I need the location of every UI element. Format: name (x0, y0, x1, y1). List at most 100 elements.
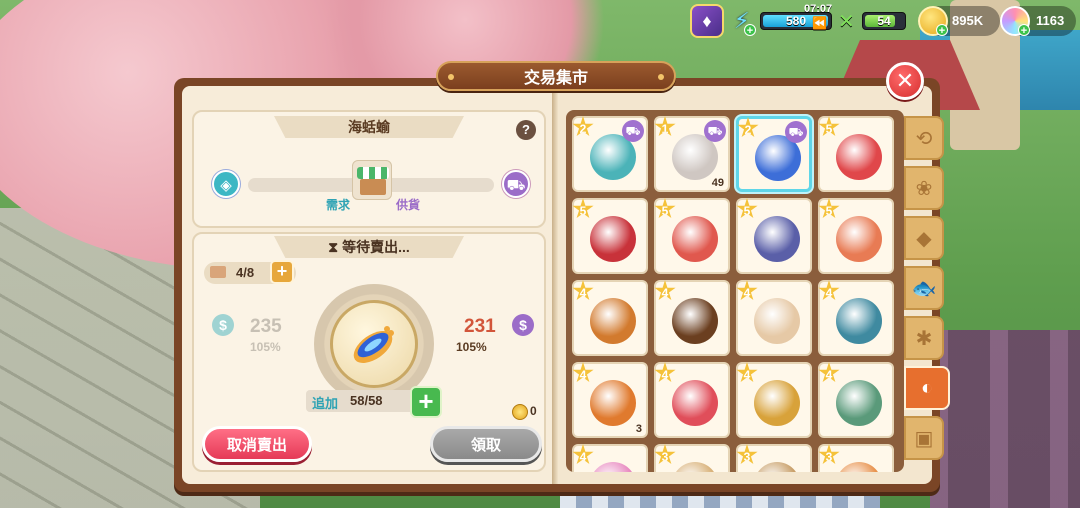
tab-plant[interactable]: ❀ (904, 166, 944, 210)
grid-item[interactable]: 4 (818, 362, 894, 438)
lobster-icon (590, 216, 636, 262)
grid-item[interactable]: 4 (736, 362, 812, 438)
grid-item[interactable]: 2 ⛟ (736, 116, 812, 192)
rank-star: 1 (654, 116, 676, 137)
seashell-icon: ◐ (920, 376, 934, 399)
spiny-lobster-icon (836, 298, 882, 344)
rank-star: 3 (654, 444, 676, 465)
claim-button[interactable]: 領取 (430, 426, 542, 462)
sale-card: ⧗ 等待賣出... 4/8 + $ 235 105% $ 231 105% 追加… (192, 232, 546, 472)
supply-label: 供貨 (396, 198, 421, 212)
conch-icon (836, 380, 882, 426)
demand-label: 需求 (326, 198, 351, 212)
bug-icon: ✱ (915, 327, 933, 350)
grid-item[interactable]: 4 (654, 280, 730, 356)
rank-star: 4 (736, 280, 758, 301)
item-grid[interactable]: 2 ⛟ 1 ⛟ 49 2 ⛟ 5 5 5 5 5 4 4 4 4 4 3 4 4 4 4 3 3 3 (566, 110, 904, 472)
grid-item[interactable]: 4 (818, 280, 894, 356)
add-gems-button[interactable]: + (1018, 24, 1030, 37)
earned-coins: 0 (530, 404, 537, 418)
rank-star: 5 (654, 198, 676, 219)
grid-item[interactable]: 1 ⛟ 49 (654, 116, 730, 192)
rewind-icon: ⏪ (812, 16, 827, 30)
coin-counter[interactable]: + 895K (918, 6, 1000, 37)
cart-icon: ⛟ (622, 120, 644, 142)
rank-star: 5 (818, 198, 840, 219)
card-deck-button[interactable]: ♦ (690, 4, 726, 40)
gem-counter[interactable]: + 1163 (1000, 6, 1076, 37)
category-tabs: ⟲ ❀ ◆ 🐟 ✱ ◐ ▣ (904, 116, 950, 466)
card-deck-icon: ♦ (690, 4, 724, 38)
energy-timer: 07:07 (804, 3, 833, 15)
grid-item[interactable]: 3 (736, 444, 812, 472)
hourglass-icon: ⧗ (328, 238, 339, 255)
add-quantity-button[interactable]: + (410, 386, 442, 418)
fork-knife-icon: ✕ (838, 11, 855, 33)
dollar-icon: $ (212, 314, 234, 336)
grid-item[interactable]: 5 (654, 198, 730, 274)
starfish-icon (672, 380, 718, 426)
golden-shell-icon (754, 380, 800, 426)
shrimp-icon (836, 462, 882, 472)
history-icon: ⟲ (915, 127, 933, 150)
grid-item[interactable]: 3 (654, 444, 730, 472)
coin-icon (512, 404, 528, 420)
misc-icon: ▣ (914, 427, 934, 450)
tab-seashell[interactable]: ◐ (904, 366, 950, 410)
help-button[interactable]: ? (516, 120, 536, 140)
grid-item[interactable]: 4 (736, 280, 812, 356)
item-name: 海蛞蝓 (274, 116, 464, 138)
slot-icon (210, 266, 226, 278)
grid-item[interactable]: 3 (818, 444, 894, 472)
fish-icon: 🐟 (911, 277, 937, 300)
rank-star: 5 (818, 116, 840, 137)
grid-item[interactable]: 4 (654, 362, 730, 438)
shop-stall-icon (352, 160, 392, 200)
cancel-sale-button[interactable]: 取消賣出 (202, 426, 312, 462)
cart-icon: ⛟ (785, 121, 807, 143)
window-title: 交易集市 (436, 61, 676, 91)
sea-slug-icon (353, 326, 394, 363)
close-button[interactable]: ✕ (886, 62, 924, 100)
rank-star: 5 (572, 198, 594, 219)
sell-percent: 105% (250, 340, 281, 354)
grid-item[interactable]: 2 ⛟ (572, 116, 648, 192)
ore-icon: ◆ (916, 227, 932, 250)
plant-icon: ❀ (915, 177, 933, 200)
tab-bug[interactable]: ✱ (904, 316, 944, 360)
grid-item[interactable]: 5 (818, 198, 894, 274)
grid-item[interactable]: 5 (736, 198, 812, 274)
rank-star: 4 (572, 444, 594, 465)
grid-item[interactable]: 4 (572, 444, 648, 472)
purple-clam-cluster-icon (754, 216, 800, 262)
grid-item[interactable]: 4 (572, 280, 648, 356)
close-icon: ✕ (895, 68, 915, 93)
king-crab-icon (672, 216, 718, 262)
add-slot-button[interactable]: + (270, 260, 294, 284)
sale-status: ⧗ 等待賣出... (274, 236, 464, 258)
rank-star: 3 (736, 444, 758, 465)
tab-fish[interactable]: 🐟 (904, 266, 944, 310)
rank-star: 4 (572, 362, 594, 383)
tab-misc[interactable]: ▣ (904, 416, 944, 460)
sell-price: 235 (250, 316, 282, 337)
food-meter[interactable]: ✕ 54 (838, 8, 908, 34)
add-coins-button[interactable]: + (936, 24, 948, 37)
pink-coral-icon (590, 462, 636, 472)
scallop-icon (836, 216, 882, 262)
rank-star: 4 (654, 280, 676, 301)
gem-value: 1163 (1036, 13, 1065, 28)
grid-item[interactable]: 5 (572, 198, 648, 274)
grid-item[interactable]: 43 (572, 362, 648, 438)
item-count: 49 (711, 177, 724, 189)
add-quantity: 追加 58/58 (306, 390, 424, 412)
item-count: 3 (635, 423, 642, 435)
buy-price: 231 (464, 316, 496, 337)
selected-item-display (330, 300, 418, 388)
grid-item[interactable]: 5 (818, 116, 894, 192)
rank-star: 2 (572, 116, 594, 137)
tab-ore[interactable]: ◆ (904, 216, 944, 260)
coin-value: 895K (952, 13, 984, 28)
tab-history[interactable]: ⟲ (904, 116, 944, 160)
add-energy-button[interactable]: + (744, 24, 756, 37)
